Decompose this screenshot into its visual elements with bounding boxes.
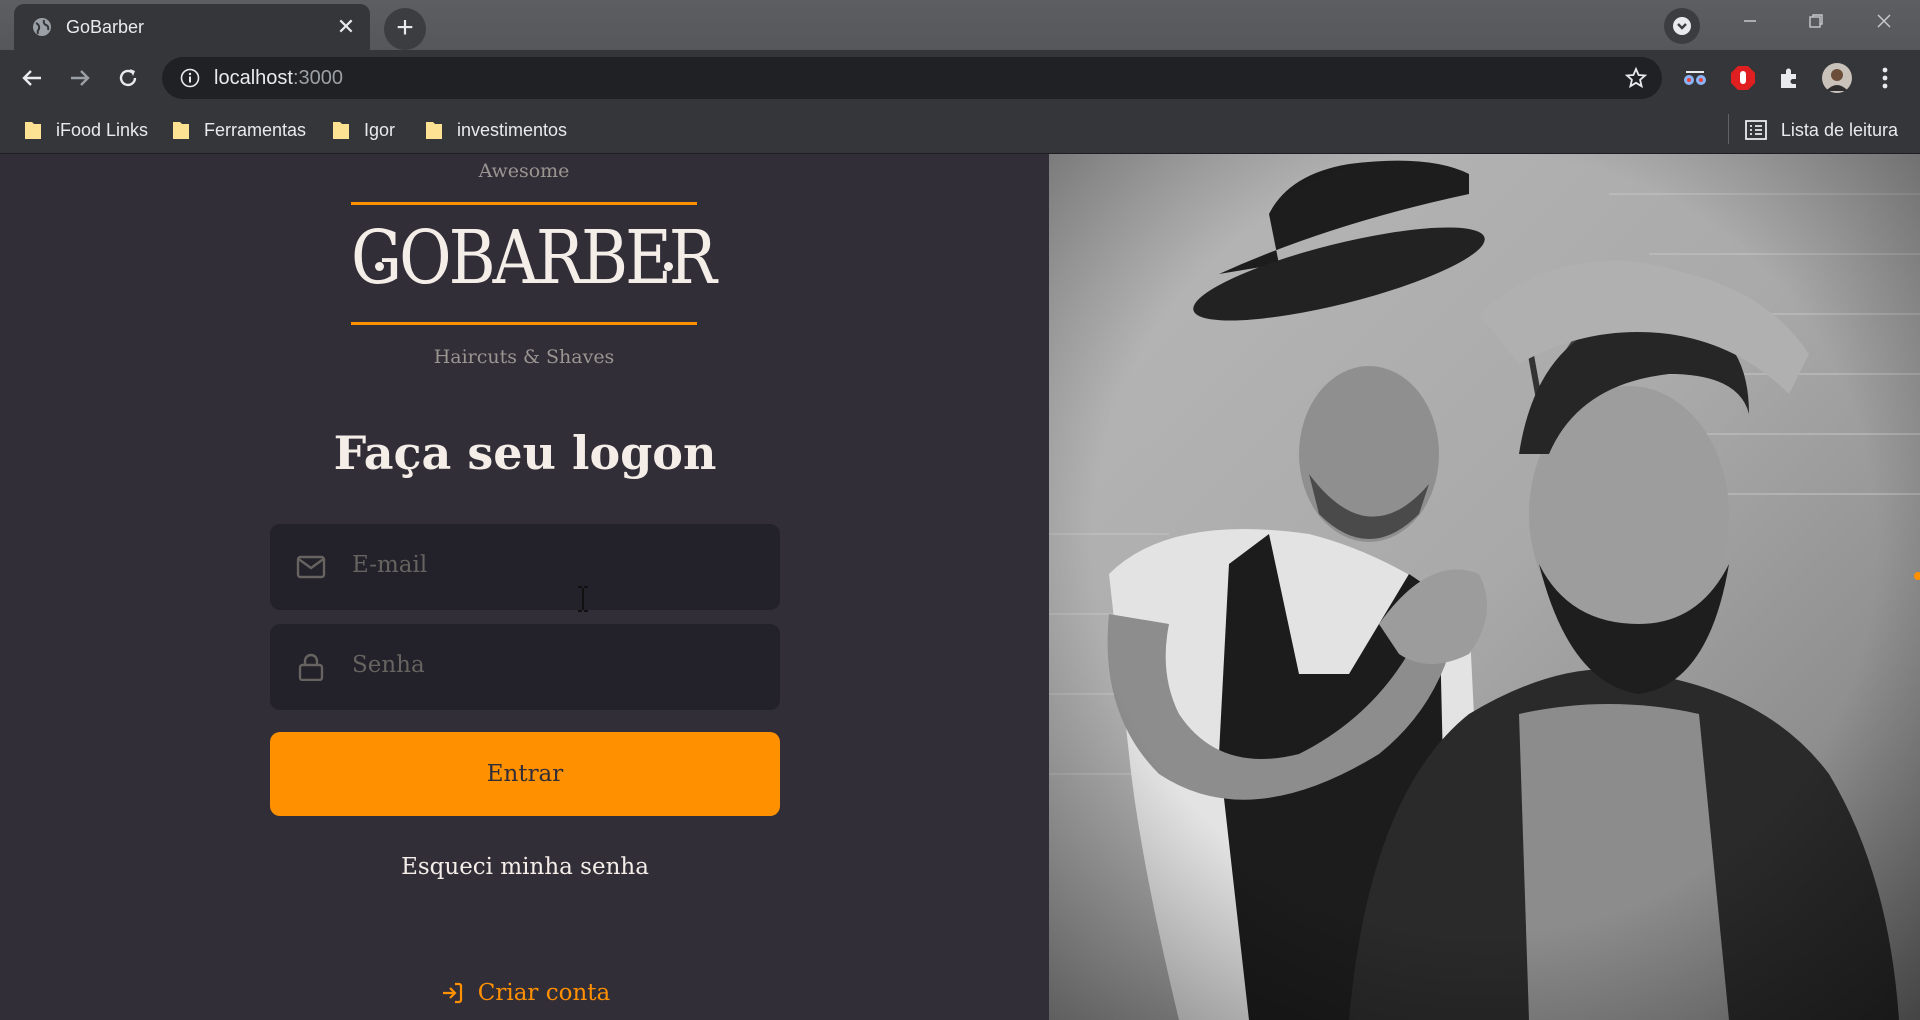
bookmark-label: Igor	[364, 119, 396, 140]
browser-tab[interactable]: GoBarber ✕	[14, 4, 370, 50]
tab-title: GoBarber	[66, 16, 145, 37]
extension-button-2[interactable]	[1728, 63, 1758, 93]
restore-window-button[interactable]	[1796, 8, 1836, 38]
info-icon[interactable]	[180, 68, 200, 88]
close-icon	[1877, 14, 1891, 28]
browser-toolbar: localhost:3000	[0, 50, 1920, 106]
forward-button[interactable]	[64, 62, 96, 94]
browser-tabstrip: GoBarber ✕ +	[0, 0, 1920, 50]
stop-hand-icon	[1731, 66, 1755, 90]
scroll-indicator	[1914, 572, 1920, 580]
extensions-button[interactable]	[1774, 63, 1804, 93]
more-vertical-icon	[1882, 67, 1888, 89]
login-button[interactable]: Entrar	[270, 732, 780, 816]
chevron-down-icon	[1673, 17, 1691, 35]
barber-illustration	[1049, 154, 1920, 1020]
gobarber-logo: Awesome GOBARBER Haircuts & Shaves	[351, 154, 717, 384]
folder-icon	[426, 122, 442, 139]
url-host: localhost	[214, 67, 293, 89]
bookmark-folder-ferramentas[interactable]: Ferramentas	[172, 116, 306, 144]
minimize-icon	[1744, 20, 1756, 22]
login-panel: Awesome GOBARBER Haircuts & Shaves Faça …	[0, 154, 1049, 1020]
profile-avatar-button[interactable]	[1822, 63, 1852, 93]
bookmark-folder-investimentos[interactable]: investimentos	[425, 116, 567, 144]
page-title: Faça seu logon	[333, 426, 717, 480]
arrow-right-icon	[71, 70, 90, 86]
folder-icon	[333, 122, 349, 139]
mail-icon	[296, 555, 326, 579]
bookmarks-divider	[1728, 114, 1729, 144]
glasses-icon	[1684, 71, 1706, 85]
bookmark-label: iFood Links	[56, 119, 149, 140]
email-field[interactable]: E-mail	[270, 524, 780, 610]
bookmarks-bar: iFood Links Ferramentas Igor investiment…	[0, 106, 1920, 154]
barber-photo	[1049, 154, 1920, 1020]
url-text: localhost:3000	[214, 67, 343, 90]
logo-bottom-rule	[351, 322, 697, 325]
tab-search-button[interactable]	[1664, 8, 1700, 44]
page-content: Awesome GOBARBER Haircuts & Shaves Faça …	[0, 154, 1920, 1020]
bookmark-folder-igor[interactable]: Igor	[332, 116, 395, 144]
restore-icon	[1809, 14, 1823, 28]
log-in-icon	[442, 982, 462, 1004]
text-cursor-icon	[578, 586, 588, 612]
globe-icon	[33, 18, 51, 36]
close-tab-icon[interactable]: ✕	[332, 13, 360, 41]
new-tab-button[interactable]: +	[384, 8, 426, 50]
puzzle-icon	[1781, 68, 1796, 88]
logo-bottom-text: Haircuts & Shaves	[433, 346, 615, 368]
url-port: :3000	[292, 67, 343, 89]
forgot-password-link[interactable]: Esqueci minha senha	[270, 854, 780, 880]
browser-menu-button[interactable]	[1870, 63, 1900, 93]
bookmark-label: Ferramentas	[204, 119, 307, 140]
reading-list-button[interactable]: Lista de leitura	[1745, 116, 1898, 144]
reading-list-label: Lista de leitura	[1780, 119, 1898, 140]
create-account-label: Criar conta	[477, 980, 611, 1006]
password-placeholder: Senha	[352, 652, 425, 678]
reload-icon	[119, 69, 137, 87]
logo-main-text: GOBARBER	[351, 216, 717, 302]
star-icon[interactable]	[1624, 66, 1648, 90]
back-button[interactable]	[16, 62, 48, 94]
arrow-left-icon	[22, 70, 41, 86]
avatar	[1822, 63, 1852, 93]
folder-icon	[25, 122, 41, 139]
bookmark-folder-ifood-links[interactable]: iFood Links	[24, 116, 148, 144]
extension-button-1[interactable]	[1680, 63, 1710, 93]
minimize-window-button[interactable]	[1730, 8, 1770, 38]
logo-top-text: Awesome	[478, 160, 570, 182]
reload-button[interactable]	[112, 62, 144, 94]
logo-right-dot	[664, 262, 673, 271]
reading-list-icon	[1745, 120, 1767, 140]
email-placeholder: E-mail	[352, 552, 428, 578]
close-window-button[interactable]	[1864, 8, 1904, 38]
folder-icon	[173, 122, 189, 139]
create-account-link[interactable]: Criar conta	[270, 980, 780, 1006]
password-field[interactable]: Senha	[270, 624, 780, 710]
lock-icon	[298, 653, 324, 681]
logo-top-rule	[351, 202, 697, 205]
bookmark-label: investimentos	[457, 119, 568, 140]
address-bar[interactable]: localhost:3000	[162, 57, 1662, 99]
